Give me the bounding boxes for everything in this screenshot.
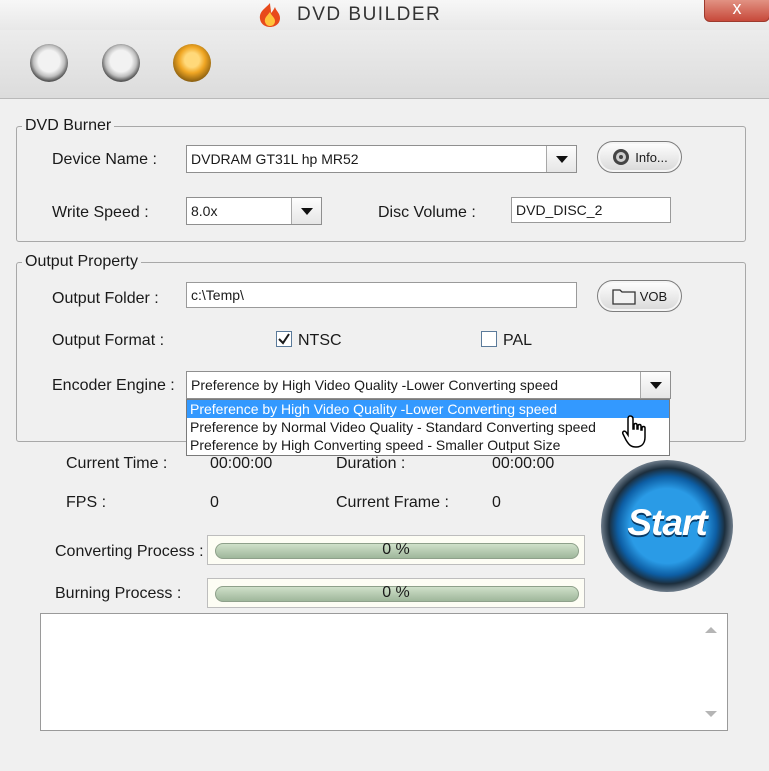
dvd-burner-legend: DVD Burner xyxy=(22,117,115,135)
folder-icon xyxy=(612,289,636,305)
info-button-label: Info... xyxy=(635,149,668,165)
chevron-down-icon xyxy=(556,156,568,163)
burning-process-label: Burning Process : xyxy=(55,585,182,602)
chevron-down-icon xyxy=(301,208,313,215)
pal-label: PAL xyxy=(503,332,533,349)
chevron-down-icon xyxy=(650,382,662,389)
encoder-dropdown-button[interactable] xyxy=(640,372,670,398)
output-folder-label: Output Folder : xyxy=(52,290,159,307)
log-textarea[interactable] xyxy=(40,613,728,731)
disc-icon xyxy=(613,149,630,165)
scroll-down-icon[interactable] xyxy=(705,711,717,717)
output-property-legend: Output Property xyxy=(22,253,141,271)
output-folder-input[interactable]: c:\Temp\ xyxy=(186,282,577,308)
hand-pointer-icon xyxy=(622,415,646,448)
app-title: DVD BUILDER xyxy=(297,4,442,25)
duration-label: Duration : xyxy=(336,455,406,472)
title-wrap: DVD BUILDER xyxy=(255,2,441,28)
converting-progress-text: 0 % xyxy=(382,541,410,558)
encoder-engine-select[interactable]: Preference by High Video Quality -Lower … xyxy=(186,371,671,399)
disc-volume-label: Disc Volume : xyxy=(378,204,476,221)
device-name-label: Device Name : xyxy=(52,151,157,168)
round-button-2[interactable] xyxy=(102,44,140,82)
ntsc-label: NTSC xyxy=(298,332,342,349)
current-time-label: Current Time : xyxy=(66,455,168,472)
current-time-value: 00:00:00 xyxy=(210,455,273,472)
burning-progress-text: 0 % xyxy=(382,584,410,601)
write-speed-select[interactable]: 8.0x xyxy=(186,197,322,225)
output-format-label: Output Format : xyxy=(52,332,165,349)
toolbar xyxy=(0,30,769,99)
encoder-dropdown-list: Preference by High Video Quality -Lower … xyxy=(186,399,670,456)
title-bar: DVD BUILDER x xyxy=(0,0,769,30)
check-icon xyxy=(278,333,290,345)
start-button[interactable]: Start xyxy=(601,460,733,592)
pal-checkbox[interactable] xyxy=(481,331,497,347)
current-frame-label: Current Frame : xyxy=(336,494,449,511)
disc-volume-input[interactable]: DVD_DISC_2 xyxy=(511,197,671,223)
ntsc-checkbox[interactable] xyxy=(276,331,292,347)
device-name-select[interactable]: DVDRAM GT31L hp MR52 xyxy=(186,145,577,173)
round-button-1[interactable] xyxy=(30,44,68,82)
round-button-3-active[interactable] xyxy=(173,44,211,82)
encoder-option[interactable]: Preference by Normal Video Quality - Sta… xyxy=(187,418,669,436)
flame-icon xyxy=(259,3,280,27)
fps-label: FPS : xyxy=(66,494,107,511)
vob-button-label: VOB xyxy=(639,288,668,304)
converting-progress-bar: 0 % xyxy=(207,535,585,565)
write-speed-label: Write Speed : xyxy=(52,204,149,221)
converting-process-label: Converting Process : xyxy=(55,543,204,560)
encoder-option[interactable]: Preference by High Converting speed - Sm… xyxy=(187,436,669,454)
write-speed-value: 8.0x xyxy=(191,203,218,219)
close-button[interactable]: x xyxy=(704,0,769,22)
encoder-option[interactable]: Preference by High Video Quality -Lower … xyxy=(187,400,669,418)
device-name-value: DVDRAM GT31L hp MR52 xyxy=(191,151,359,167)
scroll-up-icon[interactable] xyxy=(705,627,717,633)
encoder-engine-label: Encoder Engine : xyxy=(52,377,175,394)
write-speed-dropdown-button[interactable] xyxy=(291,198,321,224)
current-frame-value: 0 xyxy=(492,494,501,511)
duration-value: 00:00:00 xyxy=(492,455,555,472)
start-button-label: Start xyxy=(627,502,707,543)
fps-value: 0 xyxy=(210,494,219,511)
burning-progress-bar: 0 % xyxy=(207,578,585,608)
encoder-engine-value: Preference by High Video Quality -Lower … xyxy=(191,377,559,393)
info-button[interactable]: Info... xyxy=(597,141,682,173)
device-dropdown-button[interactable] xyxy=(546,146,576,172)
vob-button[interactable]: VOB xyxy=(597,280,682,312)
